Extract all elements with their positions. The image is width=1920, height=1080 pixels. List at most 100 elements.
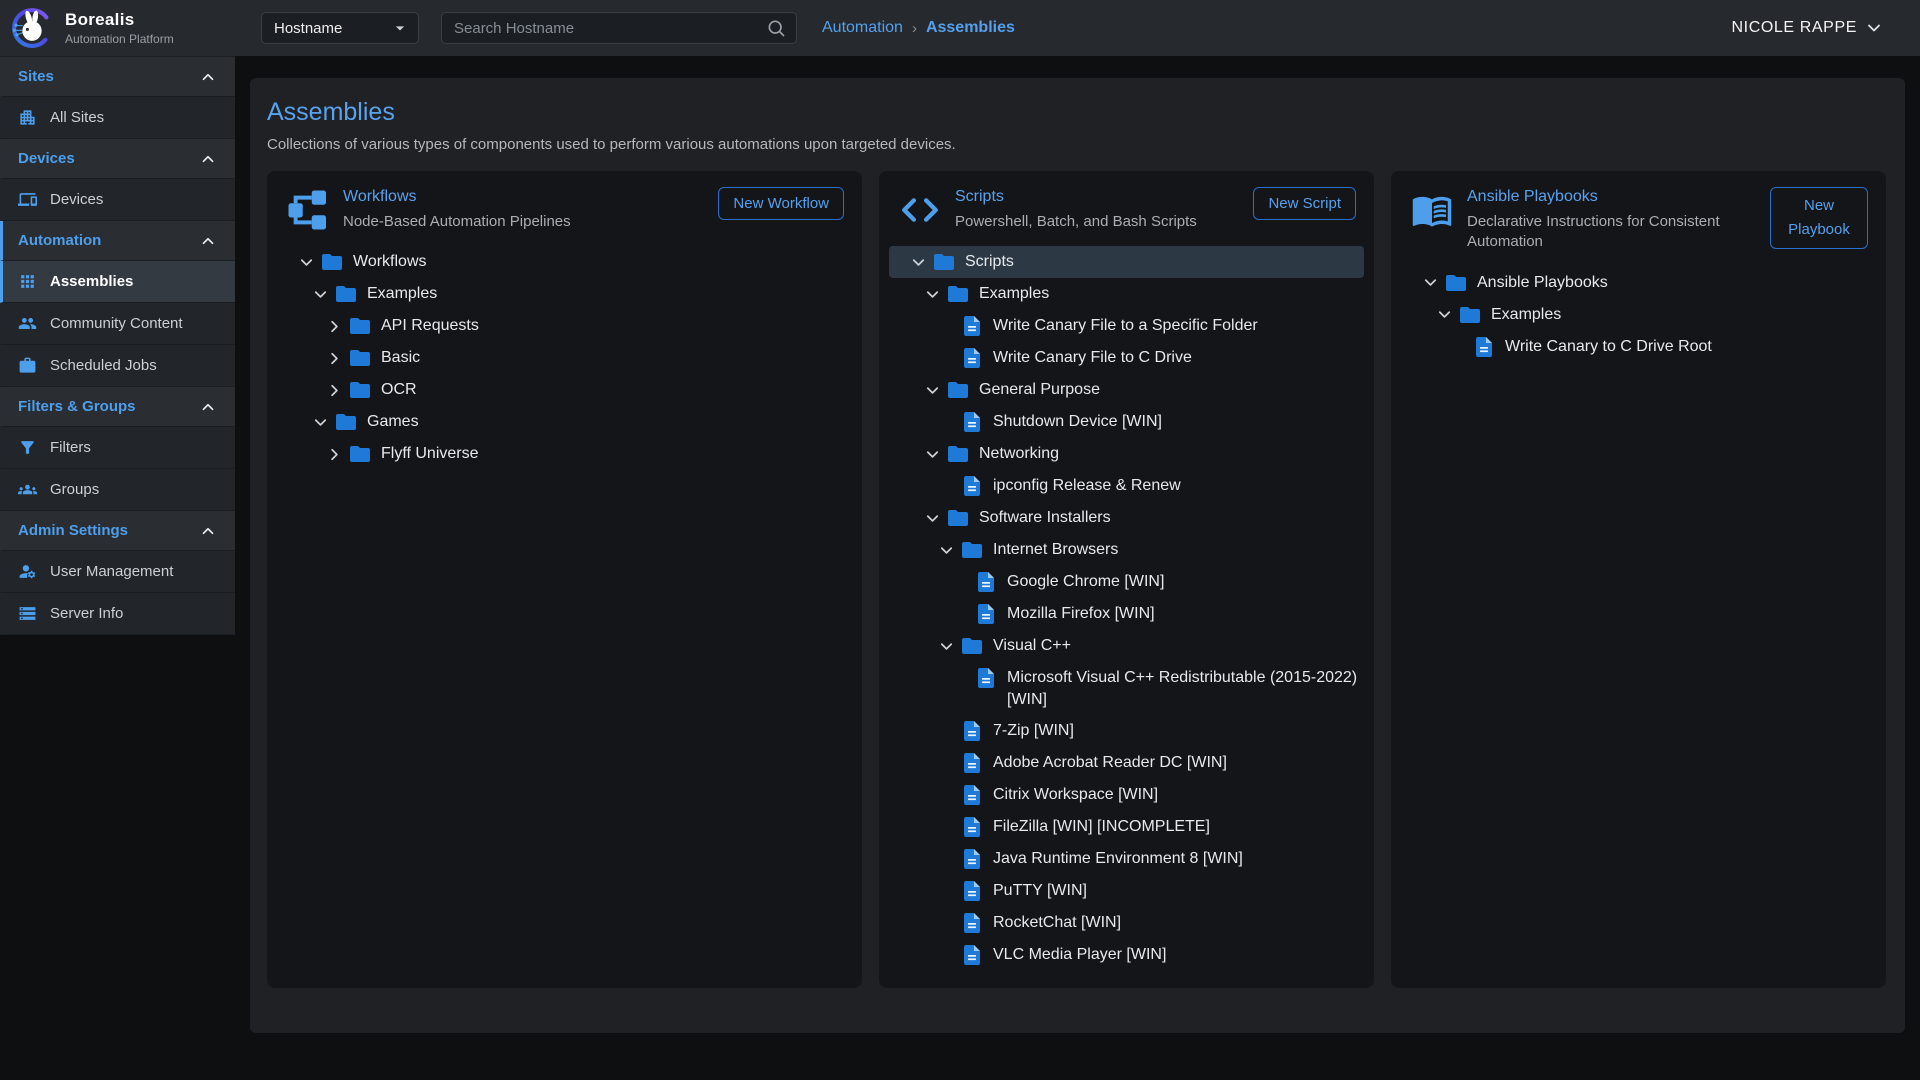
new-script-button[interactable]: New Script — [1253, 187, 1356, 220]
tree-item-vlc-media-player-win[interactable]: VLC Media Player [WIN] — [889, 939, 1364, 971]
tree-item-general-purpose[interactable]: General Purpose — [889, 374, 1364, 406]
chevron-down-icon[interactable] — [919, 278, 946, 310]
tree-item-rocketchat-win[interactable]: RocketChat [WIN] — [889, 907, 1364, 939]
tree-item-label: Mozilla Firefox [WIN] — [1007, 598, 1161, 630]
sidebar-item-groups[interactable]: Groups — [0, 469, 235, 511]
page-description: Collections of various types of componen… — [267, 136, 1888, 153]
chevron-down-icon[interactable] — [933, 534, 960, 566]
sidebar-item-assemblies[interactable]: Assemblies — [0, 261, 235, 303]
chevron-up-icon — [199, 150, 217, 168]
tree-item-7-zip-win[interactable]: 7-Zip [WIN] — [889, 715, 1364, 747]
sidebar-item-user-management[interactable]: User Management — [0, 551, 235, 593]
chevron-down-icon[interactable] — [307, 278, 334, 310]
grid-icon — [18, 272, 37, 291]
tree-item-filezilla-win-incomplete[interactable]: FileZilla [WIN] [INCOMPLETE] — [889, 811, 1364, 843]
chevron-right-icon[interactable] — [321, 310, 348, 342]
chevron-right-icon[interactable] — [321, 342, 348, 374]
sidebar-section-header-sites[interactable]: Sites — [0, 57, 235, 97]
sidebar-item-server-info[interactable]: Server Info — [0, 593, 235, 635]
sidebar-item-filters[interactable]: Filters — [0, 427, 235, 469]
chevron-down-icon[interactable] — [905, 246, 932, 278]
sidebar-item-label: Server Info — [50, 605, 123, 622]
tree-item-workflows[interactable]: Workflows — [277, 246, 852, 278]
chevron-up-icon — [199, 522, 217, 540]
tree-item-label: General Purpose — [979, 374, 1106, 406]
tree-item-ocr[interactable]: OCR — [277, 374, 852, 406]
folder-icon — [348, 378, 372, 402]
tree-item-scripts[interactable]: Scripts — [889, 246, 1364, 278]
search-box[interactable] — [441, 12, 797, 44]
sidebar: SitesAll SitesDevicesDevicesAutomationAs… — [0, 56, 235, 635]
tree-item-shutdown-device-win[interactable]: Shutdown Device [WIN] — [889, 406, 1364, 438]
chevron-down-icon[interactable] — [307, 406, 334, 438]
folder-icon — [960, 538, 984, 562]
breadcrumb-assemblies[interactable]: Assemblies — [926, 19, 1015, 37]
folder-icon — [946, 506, 970, 530]
panel-subtitle: Powershell, Batch, and Bash Scripts — [955, 212, 1229, 232]
tree-item-putty-win[interactable]: PuTTY [WIN] — [889, 875, 1364, 907]
chevron-down-icon[interactable] — [919, 438, 946, 470]
tree-item-flyff-universe[interactable]: Flyff Universe — [277, 438, 852, 470]
chevron-down-icon[interactable] — [919, 502, 946, 534]
people-icon — [18, 314, 37, 333]
tree-item-examples[interactable]: Examples — [1401, 299, 1876, 331]
chevron-spacer — [947, 598, 974, 630]
file-icon — [974, 666, 998, 690]
tree-item-software-installers[interactable]: Software Installers — [889, 502, 1364, 534]
folder-icon — [946, 378, 970, 402]
tree-item-citrix-workspace-win[interactable]: Citrix Workspace [WIN] — [889, 779, 1364, 811]
chevron-down-icon[interactable] — [293, 246, 320, 278]
tree-item-internet-browsers[interactable]: Internet Browsers — [889, 534, 1364, 566]
file-icon — [960, 943, 984, 967]
new-workflow-button[interactable]: New Workflow — [718, 187, 844, 220]
tree-item-api-requests[interactable]: API Requests — [277, 310, 852, 342]
sidebar-item-scheduled-jobs[interactable]: Scheduled Jobs — [0, 345, 235, 387]
tree-item-mozilla-firefox-win[interactable]: Mozilla Firefox [WIN] — [889, 598, 1364, 630]
chevron-right-icon[interactable] — [321, 374, 348, 406]
search-input[interactable] — [454, 20, 766, 37]
hostname-select[interactable]: Hostname — [261, 12, 419, 44]
chevron-down-icon — [1864, 18, 1884, 38]
tree-item-google-chrome-win[interactable]: Google Chrome [WIN] — [889, 566, 1364, 598]
chevron-down-icon[interactable] — [933, 630, 960, 662]
tree-item-label: Workflows — [353, 246, 433, 278]
tree-item-label: Java Runtime Environment 8 [WIN] — [993, 843, 1249, 875]
folder-icon — [348, 346, 372, 370]
sidebar-section-header-filters-groups[interactable]: Filters & Groups — [0, 387, 235, 427]
tree-item-basic[interactable]: Basic — [277, 342, 852, 374]
breadcrumb-automation[interactable]: Automation — [822, 19, 903, 37]
tree-item-write-canary-to-c-drive-root[interactable]: Write Canary to C Drive Root — [1401, 331, 1876, 363]
sidebar-section-label: Automation — [18, 232, 101, 249]
sidebar-item-community-content[interactable]: Community Content — [0, 303, 235, 345]
user-menu[interactable]: NICOLE RAPPE — [1732, 18, 1884, 38]
borealis-logo — [10, 6, 54, 50]
sidebar-item-devices[interactable]: Devices — [0, 179, 235, 221]
sidebar-section-header-admin-settings[interactable]: Admin Settings — [0, 511, 235, 551]
chevron-down-icon[interactable] — [1431, 299, 1458, 331]
tree-item-examples[interactable]: Examples — [277, 278, 852, 310]
tree-item-write-canary-file-to-a-specific-folder[interactable]: Write Canary File to a Specific Folder — [889, 310, 1364, 342]
tree-item-ipconfig-release-renew[interactable]: ipconfig Release & Renew — [889, 470, 1364, 502]
tree-item-ansible-playbooks[interactable]: Ansible Playbooks — [1401, 267, 1876, 299]
tree-item-adobe-acrobat-reader-dc-win[interactable]: Adobe Acrobat Reader DC [WIN] — [889, 747, 1364, 779]
chevron-down-icon[interactable] — [919, 374, 946, 406]
chevron-down-icon[interactable] — [1417, 267, 1444, 299]
new-playbook-button[interactable]: New Playbook — [1770, 187, 1868, 249]
chevron-right-icon[interactable] — [321, 438, 348, 470]
sidebar-section-header-automation[interactable]: Automation — [0, 221, 235, 261]
file-icon — [974, 602, 998, 626]
tree-item-microsoft-visual-c-redistributable-2015-2022-win[interactable]: Microsoft Visual C++ Redistributable (20… — [889, 662, 1364, 715]
tree-item-write-canary-file-to-c-drive[interactable]: Write Canary File to C Drive — [889, 342, 1364, 374]
tree-item-label: Examples — [979, 278, 1055, 310]
search-icon[interactable] — [766, 18, 786, 38]
tree-item-networking[interactable]: Networking — [889, 438, 1364, 470]
tree-item-java-runtime-environment-8-win[interactable]: Java Runtime Environment 8 [WIN] — [889, 843, 1364, 875]
tree-item-label: Examples — [1491, 299, 1567, 331]
book-icon — [1411, 189, 1453, 231]
sidebar-item-all-sites[interactable]: All Sites — [0, 97, 235, 139]
sidebar-section-header-devices[interactable]: Devices — [0, 139, 235, 179]
tree-item-visual-c[interactable]: Visual C++ — [889, 630, 1364, 662]
folder-icon — [946, 282, 970, 306]
tree-item-games[interactable]: Games — [277, 406, 852, 438]
tree-item-examples[interactable]: Examples — [889, 278, 1364, 310]
